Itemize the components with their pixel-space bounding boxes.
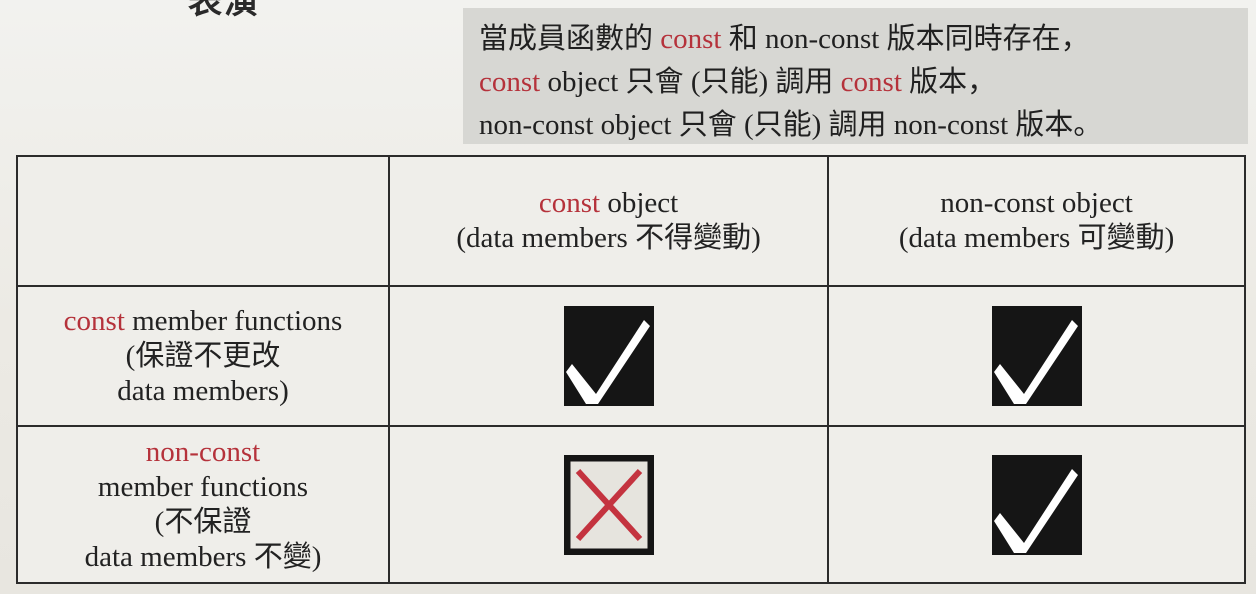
keyword: const: [63, 304, 125, 337]
table-row-nonconst-member-functions: non-const member functions (不保證 data mem…: [16, 425, 1246, 584]
note-line-2: const object 只會 (只能) 調用 const 版本，: [479, 66, 997, 98]
keyword: const: [660, 23, 722, 55]
row-header-nonconst-member-functions: non-const member functions (不保證 data mem…: [16, 425, 390, 584]
cell-nonconst-fn-nonconst-obj: [827, 425, 1246, 584]
cell-const-fn-nonconst-obj: [827, 285, 1246, 427]
keyword: const: [479, 66, 541, 98]
keyword: const: [538, 187, 601, 219]
note-line-1: 當成員函數的 const 和 non-const 版本同時存在，: [479, 23, 1090, 55]
note-box: 當成員函數的 const 和 non-const 版本同時存在， const o…: [463, 8, 1248, 144]
corner-cell: [16, 155, 390, 287]
check-icon: [563, 306, 654, 406]
slide: 表演 當成員函數的 const 和 non-const 版本同時存在， cons…: [0, 0, 1256, 594]
note-line-3: non-const object 只會 (只能) 調用 non-const 版本…: [479, 109, 1103, 141]
column-header-const-object: const object (data members 不得變動): [387, 155, 830, 287]
keyword: const: [840, 66, 902, 98]
cell-const-fn-const-obj: [387, 285, 830, 427]
table-header-row: const object (data members 不得變動) non-con…: [16, 155, 1246, 287]
row-header-const-member-functions: const member functions (保證不更改 data membe…: [16, 285, 390, 427]
cell-nonconst-fn-const-obj: [387, 425, 830, 584]
table-row-const-member-functions: const member functions (保證不更改 data membe…: [16, 285, 1246, 427]
check-icon: [991, 306, 1082, 406]
const-matrix-table: const object (data members 不得變動) non-con…: [16, 155, 1246, 584]
column-header-non-const-object: non-const object (data members 可變動): [827, 155, 1246, 287]
slide-title-fragment: 表演: [188, 0, 260, 21]
check-icon: [991, 454, 1082, 555]
cross-icon: [563, 454, 654, 555]
